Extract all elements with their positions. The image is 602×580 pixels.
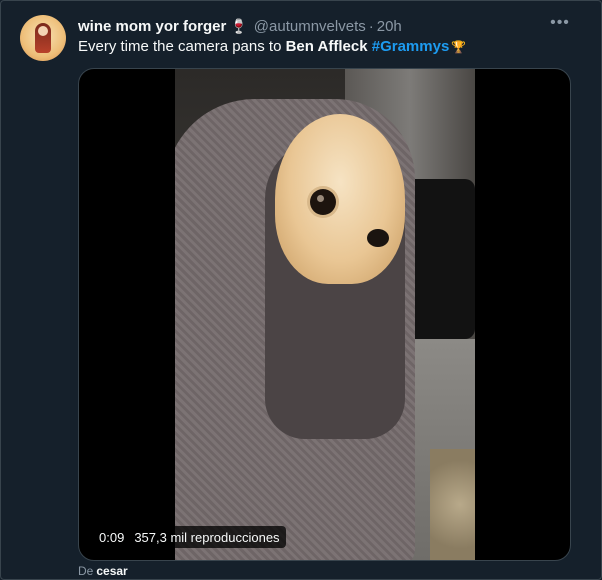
tweet-text-prefix: Every time the camera pans to [78, 38, 286, 55]
more-options-icon[interactable]: ••• [548, 14, 572, 34]
background-stool [405, 179, 475, 339]
grammy-icon: 🏆 [451, 40, 467, 54]
tweet-header: wine mom yor forger 🍷 @autumnvelvets · 2… [78, 16, 402, 36]
dog-eye [310, 189, 336, 215]
video-views: 357,3 mil reproducciones [134, 529, 280, 545]
dot-separator: · [368, 17, 374, 35]
timestamp[interactable]: 20h [377, 18, 402, 35]
dog-face [275, 114, 405, 284]
hashtag-link[interactable]: #Grammys [372, 38, 450, 55]
video-player[interactable]: 0:09 357,3 mil reproducciones [78, 68, 571, 561]
video-source: De cesar [78, 564, 128, 578]
video-info-bar: 0:09 357,3 mil reproducciones [93, 526, 286, 548]
background-rock [430, 449, 475, 560]
wine-glass-icon: 🍷 [230, 17, 248, 34]
video-time: 0:09 [99, 529, 125, 545]
dog-nose [367, 229, 389, 247]
user-handle[interactable]: @autumnvelvets [254, 18, 366, 35]
avatar[interactable] [20, 15, 66, 61]
source-prefix: De [78, 564, 94, 578]
display-name[interactable]: wine mom yor forger [78, 18, 226, 35]
source-name[interactable]: cesar [96, 564, 127, 578]
avatar-face [38, 26, 48, 36]
tweet-mention: Ben Affleck [285, 38, 368, 55]
tweet-text: Every time the camera pans to Ben Afflec… [78, 38, 466, 55]
video-frame [175, 69, 475, 560]
